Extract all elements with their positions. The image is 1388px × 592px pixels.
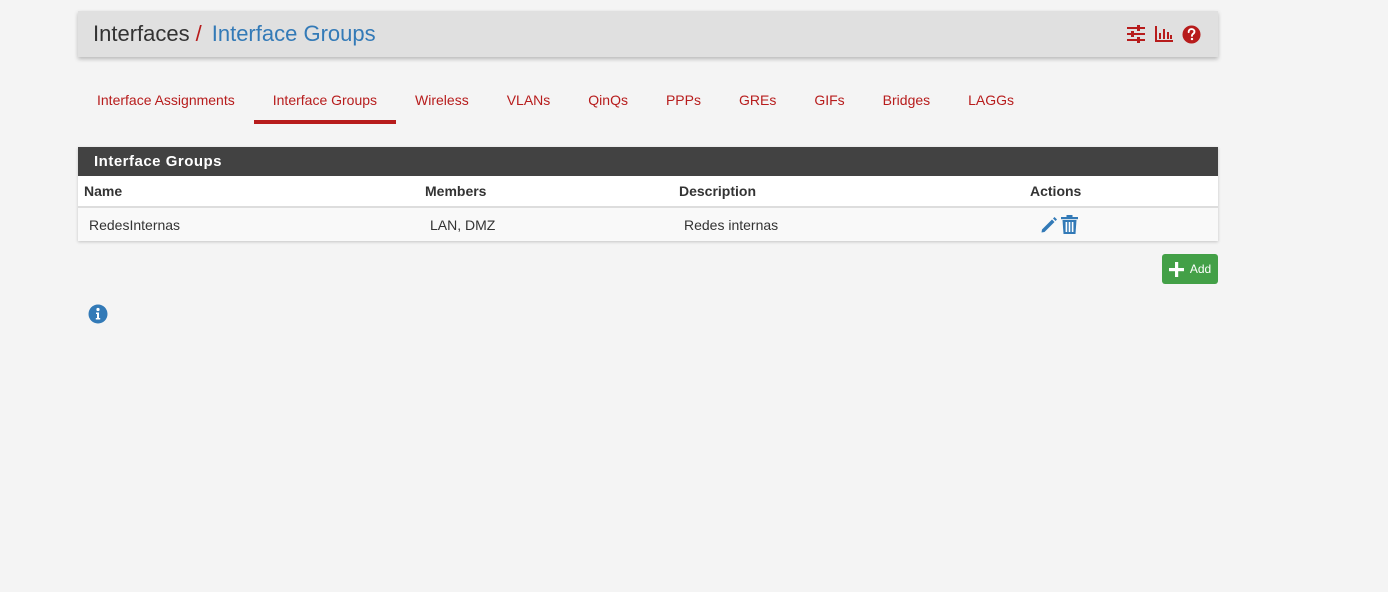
interface-groups-panel: Interface Groups Name Members Descriptio… [78, 147, 1218, 241]
tab-interface-groups[interactable]: Interface Groups [253, 80, 397, 124]
tab-laggs[interactable]: LAGGs [949, 80, 1033, 124]
breadcrumb-root[interactable]: Interfaces [93, 21, 190, 47]
tab-gres[interactable]: GREs [720, 80, 795, 124]
settings-sliders-icon[interactable] [1126, 25, 1146, 43]
tab-gifs[interactable]: GIFs [795, 80, 863, 124]
row-actions [1035, 215, 1207, 234]
tab-bridges[interactable]: Bridges [864, 80, 949, 124]
panel-title: Interface Groups [78, 147, 1218, 176]
column-header-name: Name [78, 176, 419, 208]
help-icon[interactable] [1182, 24, 1201, 44]
column-header-description: Description [673, 176, 1024, 208]
tab-wireless[interactable]: Wireless [396, 80, 488, 124]
bar-chart-icon[interactable] [1155, 26, 1173, 42]
breadcrumb-current[interactable]: Interface Groups [212, 21, 376, 47]
info-icon[interactable] [88, 304, 108, 329]
plus-icon [1168, 261, 1184, 277]
cell-actions [1024, 207, 1218, 241]
column-header-members: Members [419, 176, 673, 208]
interface-groups-table: Name Members Description Actions RedesIn… [78, 176, 1218, 241]
cell-members: LAN, DMZ [419, 207, 673, 241]
column-header-actions: Actions [1024, 176, 1218, 208]
tab-bar: Interface Assignments Interface Groups W… [78, 80, 1033, 127]
cell-description: Redes internas [673, 207, 1024, 241]
trash-icon[interactable] [1061, 215, 1078, 234]
add-button-label: Add [1189, 262, 1212, 276]
add-button[interactable]: Add [1162, 254, 1218, 284]
cell-name: RedesInternas [78, 207, 419, 241]
page-header: Interfaces / Interface Groups [78, 11, 1218, 57]
header-icons [1126, 24, 1203, 44]
table-row: RedesInternas LAN, DMZ Redes internas [78, 207, 1218, 241]
breadcrumb-separator: / [195, 21, 202, 46]
table-header-row: Name Members Description Actions [78, 176, 1218, 208]
edit-pencil-icon[interactable] [1040, 216, 1058, 234]
tab-interface-assignments[interactable]: Interface Assignments [78, 80, 254, 124]
tab-qinqs[interactable]: QinQs [569, 80, 647, 124]
tab-vlans[interactable]: VLANs [488, 80, 570, 124]
tab-ppps[interactable]: PPPs [647, 80, 720, 124]
